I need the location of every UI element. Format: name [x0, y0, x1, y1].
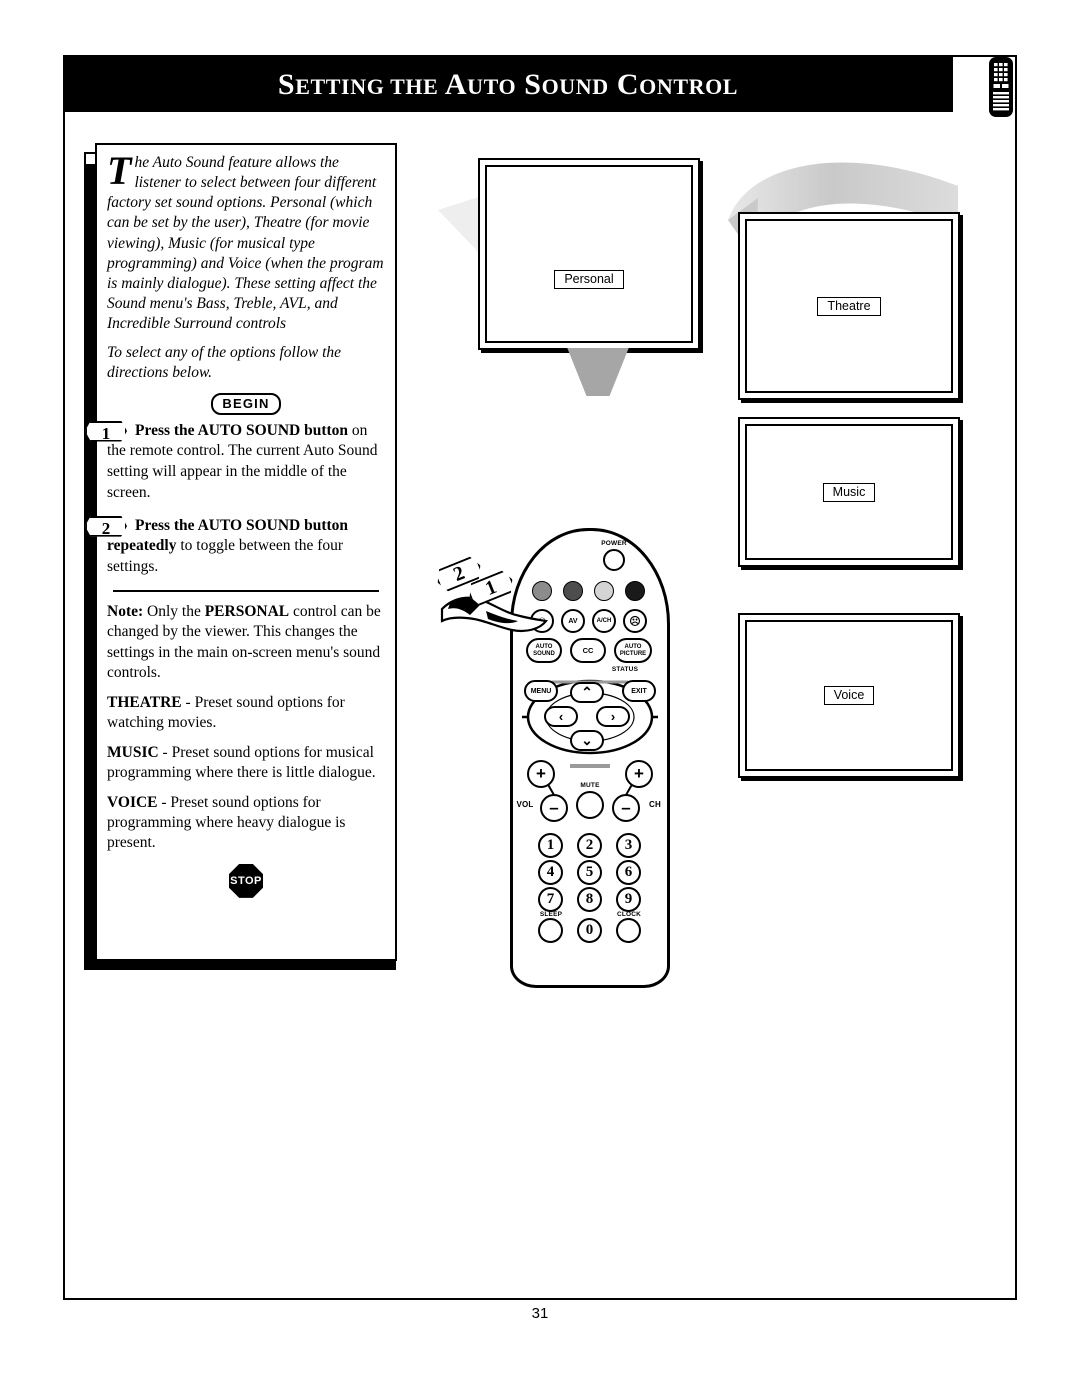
color-dot-2[interactable]: [563, 581, 583, 601]
ir-beam: [567, 348, 629, 396]
osd-label-personal: Personal: [554, 270, 624, 289]
clock-button[interactable]: [616, 918, 641, 943]
key-1[interactable]: 1: [538, 833, 563, 858]
instruction-panel: The Auto Sound feature allows the listen…: [85, 143, 397, 961]
ch-label: CH: [649, 800, 661, 809]
key-3[interactable]: 3: [616, 833, 641, 858]
stop-badge: STOP: [229, 863, 263, 898]
step-1-number: 1: [85, 420, 127, 442]
tv-screen-voice: Voice: [738, 613, 960, 778]
arrow-right-button[interactable]: ›: [596, 706, 630, 727]
clock-label: CLOCK: [616, 911, 642, 918]
begin-badge: BEGIN: [211, 392, 281, 415]
page-title: SETTING THE AUTO SOUND CONTROL: [277, 67, 739, 101]
page-number: 31: [531, 1305, 549, 1322]
arrow-down-button[interactable]: ⌄: [570, 730, 604, 751]
key-0[interactable]: 0: [577, 918, 602, 943]
color-dot-4[interactable]: [625, 581, 645, 601]
note-lead: Note:: [107, 602, 144, 620]
note-voice-lead: VOICE: [107, 793, 158, 811]
step-1-text: Press the AUTO SOUND button on the remot…: [107, 421, 385, 504]
mute-label: MUTE: [580, 782, 600, 789]
drop-cap: T: [107, 148, 132, 193]
note-voice: VOICE - Preset sound options for program…: [107, 793, 385, 854]
note-theatre: THEATRE - Preset sound options for watch…: [107, 693, 385, 734]
key-9[interactable]: 9: [616, 887, 641, 912]
osd-label-theatre: Theatre: [817, 296, 881, 316]
note-music-lead: MUSIC: [107, 743, 159, 761]
key-5[interactable]: 5: [577, 860, 602, 885]
key-4[interactable]: 4: [538, 860, 563, 885]
step-1-bold-lead: Press the AUTO SOUND button: [135, 421, 349, 439]
begin-badge-wrap: BEGIN: [107, 392, 385, 415]
status-label: STATUS: [611, 666, 639, 673]
step-2: 2 Press the AUTO SOUND button repeatedly…: [85, 515, 385, 578]
power-button[interactable]: [603, 549, 625, 571]
av-button[interactable]: AV: [561, 609, 585, 633]
tv-screen-personal-inner: Personal: [485, 165, 693, 343]
a-ch-button[interactable]: A/CH: [592, 609, 616, 633]
note-theatre-lead: THEATRE: [107, 693, 182, 711]
auto-picture-button[interactable]: AUTO PICTURE: [614, 638, 652, 663]
osd-label-music: Music: [822, 482, 876, 502]
intro-paragraph-1: The Auto Sound feature allows the listen…: [107, 148, 385, 334]
channel-down-button[interactable]: –: [612, 794, 640, 822]
step-2-number: 2: [85, 515, 127, 537]
cc-button[interactable]: CC: [570, 638, 606, 663]
arrow-up-button[interactable]: ⌃: [570, 682, 604, 703]
remote-control-icon: [989, 57, 1013, 117]
step-2-text: Press the AUTO SOUND button repeatedly t…: [107, 516, 385, 578]
note-personal-keyword: PERSONAL: [204, 602, 290, 620]
stop-badge-wrap: STOP: [107, 863, 385, 898]
step-1: 1 Press the AUTO SOUND button on the rem…: [85, 420, 385, 504]
step-callout: 2 1: [432, 548, 552, 628]
section-divider: [113, 589, 379, 592]
volume-up-button[interactable]: +: [527, 760, 555, 788]
channel-up-button[interactable]: +: [625, 760, 653, 788]
tv-screen-personal: Personal: [478, 158, 700, 350]
osd-label-voice: Voice: [823, 686, 875, 705]
tv-screen-theatre: Theatre: [738, 212, 960, 400]
sleep-button[interactable]: [538, 918, 563, 943]
sleep-label: SLEEP: [539, 911, 563, 918]
note-music: MUSIC - Preset sound options for musical…: [107, 743, 385, 784]
note-personal: Note: Only the PERSONAL control can be c…: [107, 602, 385, 684]
tv-screen-voice-inner: Voice: [745, 620, 953, 771]
key-7[interactable]: 7: [538, 887, 563, 912]
vol-label: VOL: [516, 800, 534, 809]
note-text-before: Only the: [143, 602, 205, 620]
color-dot-3[interactable]: [594, 581, 614, 601]
key-2[interactable]: 2: [577, 833, 602, 858]
power-label: POWER: [601, 540, 627, 547]
step-2-bold-lead-2: repeatedly: [107, 537, 177, 555]
step-2-bold-lead: Press the AUTO SOUND button: [135, 516, 349, 534]
exit-button[interactable]: EXIT: [622, 680, 656, 702]
page-header-bar: SETTING THE AUTO SOUND CONTROL: [63, 57, 953, 112]
tv-screen-theatre-inner: Theatre: [745, 219, 953, 393]
menu-button[interactable]: MENU: [524, 680, 558, 702]
tv-screen-music: Music: [738, 417, 960, 567]
intro-paragraph-1-text: he Auto Sound feature allows the listene…: [107, 154, 384, 333]
mute-button[interactable]: [576, 791, 604, 819]
arrow-left-button[interactable]: ‹: [544, 706, 578, 727]
frowny-face-icon-button[interactable]: ☹: [623, 609, 647, 633]
key-8[interactable]: 8: [577, 887, 602, 912]
intro-paragraph-2: To select any of the options follow the …: [107, 344, 342, 382]
key-6[interactable]: 6: [616, 860, 641, 885]
volume-down-button[interactable]: –: [540, 794, 568, 822]
tv-screen-music-inner: Music: [745, 424, 953, 560]
